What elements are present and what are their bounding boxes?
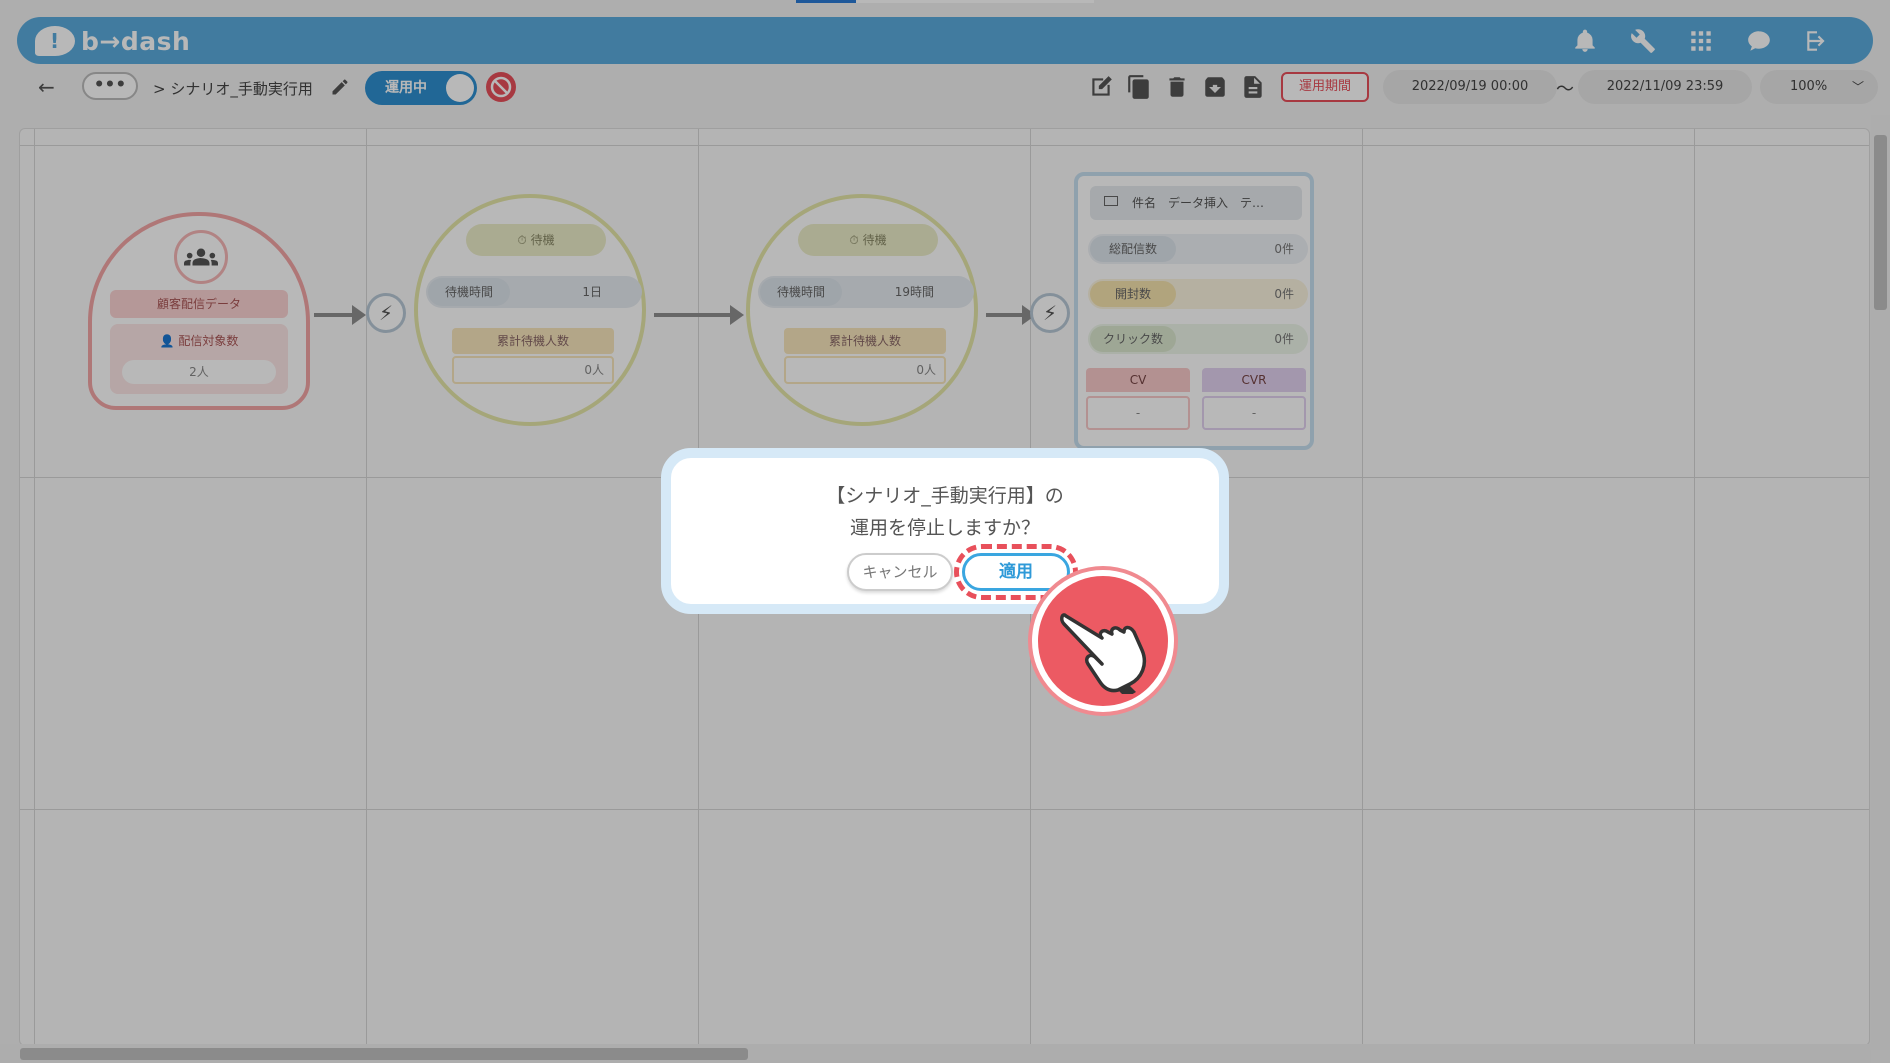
dialog-message: 【シナリオ_手動実行用】の 運用を停止しますか？ — [671, 480, 1219, 544]
cancel-button[interactable]: キャンセル — [847, 553, 953, 591]
dialog-message-line2: 運用を停止しますか？ — [849, 517, 1040, 539]
dialog-message-line1: 【シナリオ_手動実行用】の — [826, 485, 1064, 507]
pointing-hand-icon — [1032, 570, 1174, 712]
page: b→dash ← ••• > シナリオ_手動実行用 運用中 — [0, 0, 1890, 1063]
apply-button[interactable]: 適用 — [962, 553, 1070, 591]
